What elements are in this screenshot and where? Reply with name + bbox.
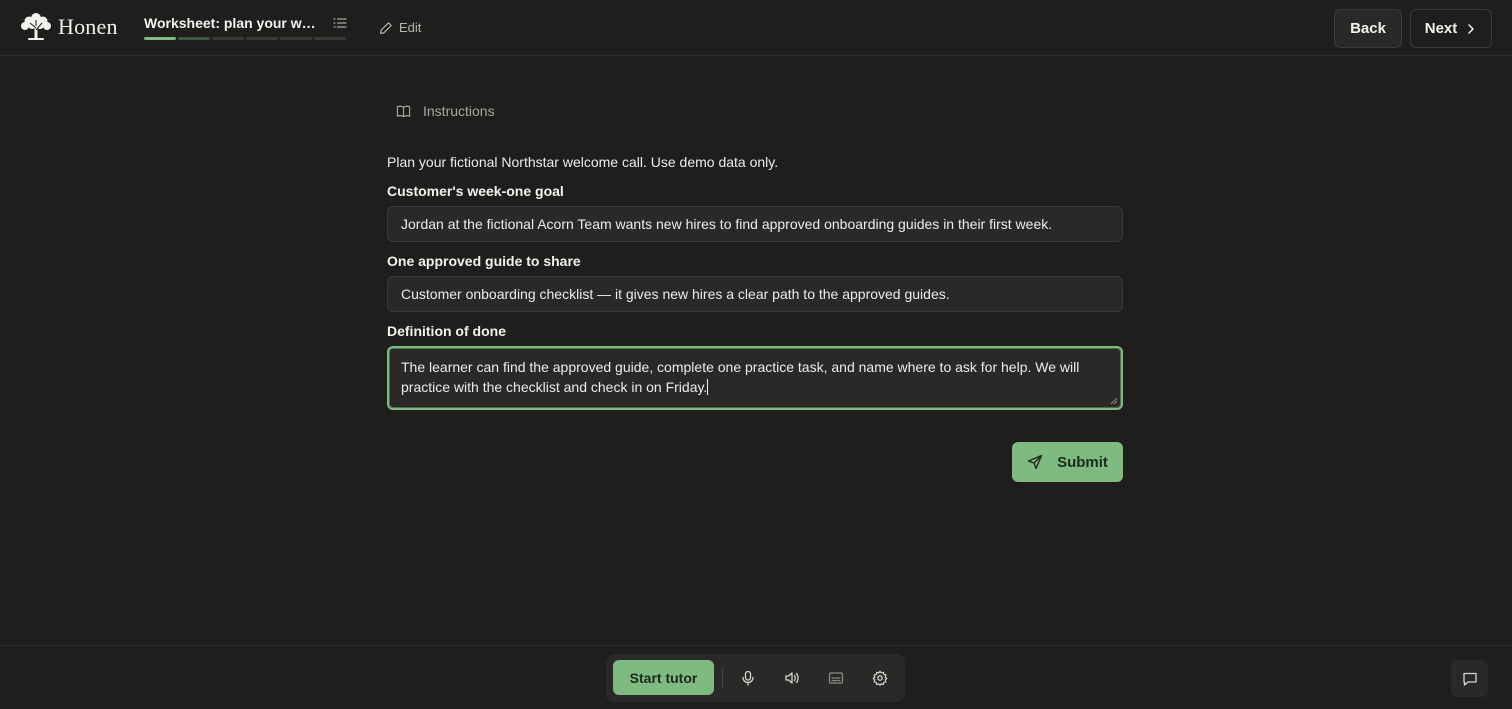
week-one-goal-input[interactable]: Jordan at the fictional Acorn Team wants… [387, 206, 1123, 242]
week-one-goal-label: Customer's week-one goal [387, 183, 564, 199]
start-tutor-label: Start tutor [629, 669, 698, 686]
app-name: Honen [58, 14, 118, 39]
microphone-icon[interactable] [738, 668, 758, 688]
approved-guide-value: Customer onboarding checklist — it gives… [401, 286, 950, 302]
definition-of-done-value: The learner can find the approved guide,… [401, 359, 1080, 395]
definition-of-done-label: Definition of done [387, 323, 506, 339]
instructions-label: Instructions [423, 103, 495, 119]
progress-segment [314, 37, 346, 40]
instructions-toggle[interactable]: Instructions [396, 103, 495, 119]
edit-button[interactable]: Edit [379, 20, 421, 35]
chat-bubble-icon [1462, 672, 1477, 686]
progress-indicator [144, 37, 346, 40]
approved-guide-input[interactable]: Customer onboarding checklist — it gives… [387, 276, 1123, 312]
back-button[interactable]: Back [1334, 9, 1402, 48]
tutor-toolbar: Start tutor [606, 654, 905, 702]
book-icon [396, 105, 411, 117]
submit-button[interactable]: Submit [1012, 442, 1123, 482]
list-icon[interactable] [333, 16, 347, 30]
progress-segment [212, 37, 244, 40]
chevron-right-icon [1468, 23, 1474, 34]
resize-grip-icon[interactable] [1110, 397, 1118, 405]
worksheet-prompt: Plan your fictional Northstar welcome ca… [387, 154, 779, 170]
captions-icon[interactable] [826, 668, 846, 688]
next-label: Next [1424, 20, 1458, 37]
edit-label: Edit [399, 20, 422, 35]
toolbar-divider [722, 668, 723, 688]
bottom-bar: Start tutor [0, 645, 1512, 709]
tree-logo-icon [21, 13, 51, 40]
progress-segment [280, 37, 312, 40]
pencil-icon [380, 21, 392, 34]
settings-icon[interactable] [870, 668, 890, 688]
text-caret [707, 379, 709, 395]
send-icon [1027, 454, 1043, 470]
chat-button[interactable] [1451, 660, 1488, 697]
next-button[interactable]: Next [1410, 9, 1492, 48]
app-logo[interactable]: Honen [20, 12, 118, 42]
speaker-icon[interactable] [782, 668, 802, 688]
progress-segment [144, 37, 176, 40]
definition-of-done-textarea[interactable]: The learner can find the approved guide,… [387, 346, 1123, 410]
submit-label: Submit [1057, 453, 1108, 471]
worksheet-title: Worksheet: plan your welcome call [144, 15, 320, 31]
top-header: Honen Worksheet: plan your welcome call … [0, 0, 1512, 56]
progress-segment [178, 37, 210, 40]
back-label: Back [1350, 20, 1386, 37]
approved-guide-label: One approved guide to share [387, 253, 581, 269]
week-one-goal-value: Jordan at the fictional Acorn Team wants… [401, 216, 1053, 232]
progress-segment [246, 37, 278, 40]
start-tutor-button[interactable]: Start tutor [613, 660, 714, 695]
